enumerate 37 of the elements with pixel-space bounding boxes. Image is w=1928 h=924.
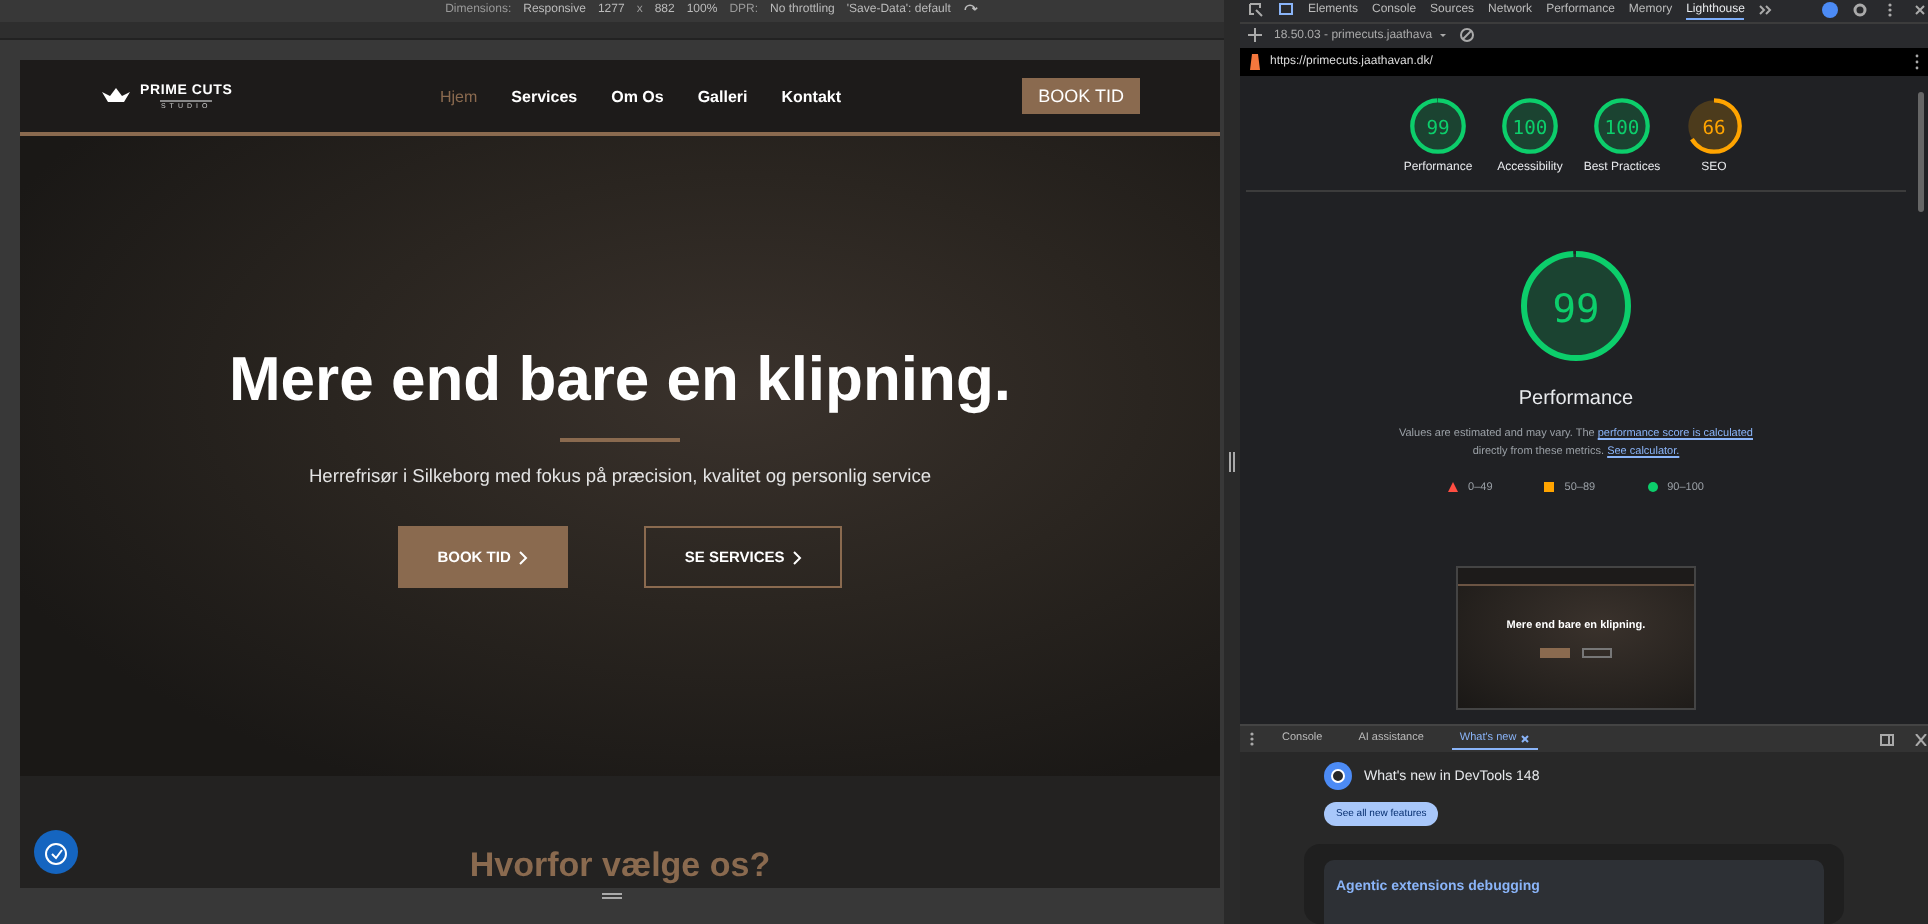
nav-link[interactable]: Om Os xyxy=(611,87,664,106)
inspect-icon[interactable] xyxy=(1248,2,1264,19)
score-value: 99 xyxy=(1426,117,1450,140)
chrome-logo-icon xyxy=(1324,762,1352,791)
score-value: 66 xyxy=(1702,117,1726,140)
chevron-right-icon xyxy=(518,549,529,566)
chevron-right-icon xyxy=(792,549,803,566)
resize-handle-icon[interactable] xyxy=(602,892,622,901)
device-icon[interactable] xyxy=(1278,2,1294,19)
nav-link[interactable]: Kontakt xyxy=(781,87,842,106)
badge-icon[interactable] xyxy=(1822,2,1838,19)
close-icon[interactable] xyxy=(1914,733,1928,746)
scrollbar-thumb[interactable] xyxy=(1917,91,1923,212)
add-icon[interactable] xyxy=(1248,28,1262,43)
section-heading: Hvorfor vælge os? xyxy=(469,846,771,887)
close-icon[interactable] xyxy=(1520,733,1531,744)
accent-rule xyxy=(560,438,680,443)
crown-icon[interactable] xyxy=(100,86,132,107)
score-value: 99 xyxy=(1552,285,1600,331)
nav-link[interactable]: Services xyxy=(511,87,578,106)
score-value: 100 xyxy=(1512,117,1548,140)
hero-title: Mere end bare en klipning. xyxy=(228,344,1012,417)
category-title: Performance xyxy=(1518,387,1634,410)
more-icon[interactable] xyxy=(1914,53,1920,70)
resize-handle-icon[interactable] xyxy=(1228,452,1236,472)
clear-icon[interactable] xyxy=(1460,28,1475,43)
caret-icon[interactable] xyxy=(1438,30,1449,41)
dock-icon[interactable] xyxy=(1880,733,1894,746)
accessibility-icon[interactable] xyxy=(34,830,78,875)
hero-subtitle: Herrefrisør i Silkeborg med fokus på præcision, kvalitet og personlig service xyxy=(308,466,932,487)
nav-link[interactable]: Galleri xyxy=(697,87,748,106)
more-tabs-icon[interactable] xyxy=(1758,2,1775,19)
lighthouse-icon xyxy=(1248,52,1262,71)
close-icon[interactable] xyxy=(1912,2,1928,19)
book-button[interactable]: BOOK TID xyxy=(1022,78,1140,115)
score-value: 100 xyxy=(1604,117,1640,140)
settings-icon[interactable] xyxy=(1852,2,1868,19)
